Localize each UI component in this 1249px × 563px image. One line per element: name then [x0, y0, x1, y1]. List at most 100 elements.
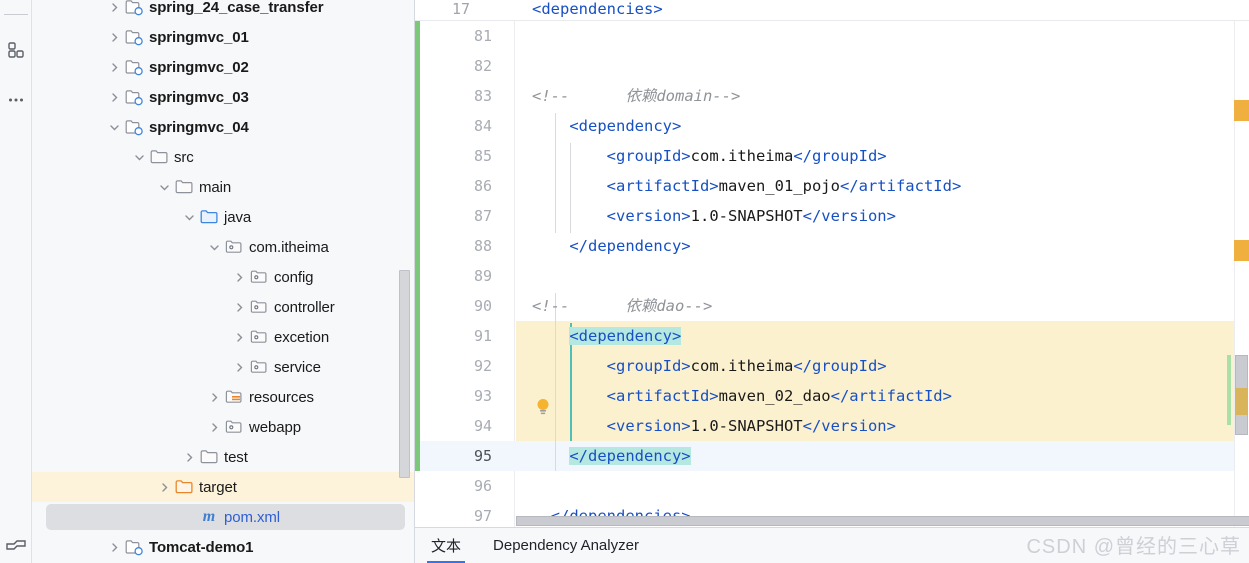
- tree-item-content: resources: [206, 388, 314, 406]
- chevron-right-icon[interactable]: [181, 449, 197, 465]
- tree-item-label: java: [224, 208, 252, 226]
- tree-item-resources[interactable]: resources: [32, 382, 414, 412]
- tree-item-label: pom.xml: [224, 508, 280, 526]
- tree-item-excetion[interactable]: excetion: [32, 322, 414, 352]
- tree-item-springmvc-02[interactable]: springmvc_02: [32, 52, 414, 82]
- code-line[interactable]: 88 </dependency>: [415, 231, 1249, 261]
- tree-item-label: main: [199, 178, 232, 196]
- tree-item-springmvc-01[interactable]: springmvc_01: [32, 22, 414, 52]
- code-line[interactable]: 90 <!-- 依赖dao-->: [415, 291, 1249, 321]
- chevron-right-icon[interactable]: [206, 389, 222, 405]
- tree-item-label: webapp: [249, 418, 301, 436]
- tree-item-content: springmvc_03: [106, 88, 249, 106]
- bookmarks-icon[interactable]: [5, 539, 26, 559]
- code-line[interactable]: 85 <groupId>com.itheima</groupId>: [415, 141, 1249, 171]
- error-stripe-gutter[interactable]: [1234, 21, 1249, 527]
- code-line[interactable]: 82: [415, 51, 1249, 81]
- tree-item-test[interactable]: test: [32, 442, 414, 472]
- sticky-header-line: 17 <dependencies>: [415, 0, 1249, 21]
- chevron-right-icon[interactable]: [231, 359, 247, 375]
- tree-item-content: m pom.xml: [181, 508, 280, 526]
- tree-item-label: controller: [274, 298, 335, 316]
- project-tree-panel[interactable]: spring_24_case_transfer springmvc_01sprin…: [32, 0, 415, 563]
- resources-icon: [224, 388, 244, 406]
- chevron-right-icon[interactable]: [106, 539, 122, 555]
- bottom-tab-dependency-analyzer[interactable]: Dependency Analyzer: [477, 528, 655, 563]
- line-content: <groupId>com.itheima</groupId>: [606, 147, 887, 165]
- code-line[interactable]: 92 <groupId>com.itheima</groupId>: [415, 351, 1249, 381]
- line-number: 82: [473, 57, 492, 75]
- line-number: 92: [473, 357, 492, 375]
- chevron-right-icon[interactable]: [106, 59, 122, 75]
- tree-item-content: java: [181, 208, 251, 226]
- tree-item-java[interactable]: java: [32, 202, 414, 232]
- tree-item-content: test: [181, 448, 248, 466]
- editor-viewport[interactable]: 81 82 83 <!-- 依赖domain--> 84 <dependency> 85 …: [415, 21, 1249, 527]
- chevron-down-icon[interactable]: [156, 179, 172, 195]
- tree-item-service[interactable]: service: [32, 352, 414, 382]
- chevron-down-icon[interactable]: [106, 119, 122, 135]
- package-icon: [249, 268, 269, 286]
- tree-item-controller[interactable]: controller: [32, 292, 414, 322]
- vcs-scroll-marker: [1227, 355, 1231, 425]
- tree-item-spring-24-case-transfer[interactable]: spring_24_case_transfer: [32, 0, 414, 22]
- code-line[interactable]: 91 <dependency>: [415, 321, 1249, 351]
- line-content: <dependency>: [569, 327, 682, 345]
- code-line[interactable]: 87 <version>1.0-SNAPSHOT</version>: [415, 201, 1249, 231]
- tree-item-pom-xml[interactable]: m pom.xml: [32, 502, 414, 532]
- tree-item-content: springmvc_02: [106, 58, 249, 76]
- intention-bulb-icon[interactable]: [535, 397, 551, 417]
- line-content: <groupId>com.itheima</groupId>: [606, 357, 887, 375]
- tree-item-label: spring_24_case_transfer: [149, 0, 324, 16]
- tree-item-tomcat-demo1[interactable]: Tomcat-demo1: [32, 532, 414, 562]
- tree-item-label: target: [199, 478, 237, 496]
- chevron-right-icon[interactable]: [231, 269, 247, 285]
- line-content: <version>1.0-SNAPSHOT</version>: [606, 417, 896, 435]
- chevron-right-icon[interactable]: [231, 329, 247, 345]
- code-line[interactable]: 89: [415, 261, 1249, 291]
- tree-item-springmvc-04[interactable]: springmvc_04: [32, 112, 414, 142]
- tree-item-config[interactable]: config: [32, 262, 414, 292]
- chevron-down-icon[interactable]: [206, 239, 222, 255]
- warning-marker[interactable]: [1234, 240, 1249, 261]
- module-folder-icon: [124, 28, 144, 46]
- code-editor[interactable]: 17 <dependencies> 81 82 83 <!-- 依赖domain…: [415, 0, 1249, 563]
- tree-item-com-itheima[interactable]: com.itheima: [32, 232, 414, 262]
- package-icon: [249, 358, 269, 376]
- tree-item-springmvc-03[interactable]: springmvc_03: [32, 82, 414, 112]
- sidebar-scrollbar[interactable]: [399, 270, 410, 478]
- code-line[interactable]: 96: [415, 471, 1249, 501]
- tree-item-label: Tomcat-demo1: [149, 538, 254, 556]
- chevron-right-icon[interactable]: [156, 479, 172, 495]
- line-number: 94: [473, 417, 492, 435]
- line-number: 96: [473, 477, 492, 495]
- tree-item-webapp[interactable]: webapp: [32, 412, 414, 442]
- tree-item-main[interactable]: main: [32, 172, 414, 202]
- bottom-tab-text[interactable]: 文本: [415, 528, 477, 563]
- tree-item-target[interactable]: target: [32, 472, 414, 502]
- code-line[interactable]: 83 <!-- 依赖domain-->: [415, 81, 1249, 111]
- tree-item-label: config: [274, 268, 314, 286]
- more-options-icon[interactable]: [6, 90, 26, 110]
- ide-window: spring_24_case_transfer springmvc_01sprin…: [0, 0, 1249, 563]
- code-line[interactable]: 95 </dependency>: [415, 441, 1249, 471]
- sticky-line-number: 17: [452, 0, 471, 18]
- chevron-right-icon[interactable]: [106, 29, 122, 45]
- code-line[interactable]: 81: [415, 21, 1249, 51]
- warning-marker[interactable]: [1234, 100, 1249, 121]
- line-number: 85: [473, 147, 492, 165]
- line-content: </dependency>: [569, 237, 691, 255]
- chevron-right-icon[interactable]: [231, 299, 247, 315]
- package-icon: [224, 418, 244, 436]
- code-line[interactable]: 86 <artifactId>maven_01_pojo</artifactId…: [415, 171, 1249, 201]
- modules-icon[interactable]: [6, 40, 26, 60]
- tree-item-label: springmvc_02: [149, 58, 249, 76]
- chevron-down-icon[interactable]: [131, 149, 147, 165]
- editor-horizontal-scrollbar[interactable]: [516, 516, 1249, 526]
- chevron-right-icon[interactable]: [206, 419, 222, 435]
- chevron-right-icon[interactable]: [106, 0, 122, 15]
- chevron-right-icon[interactable]: [106, 89, 122, 105]
- tree-item-src[interactable]: src: [32, 142, 414, 172]
- chevron-down-icon[interactable]: [181, 209, 197, 225]
- code-line[interactable]: 84 <dependency>: [415, 111, 1249, 141]
